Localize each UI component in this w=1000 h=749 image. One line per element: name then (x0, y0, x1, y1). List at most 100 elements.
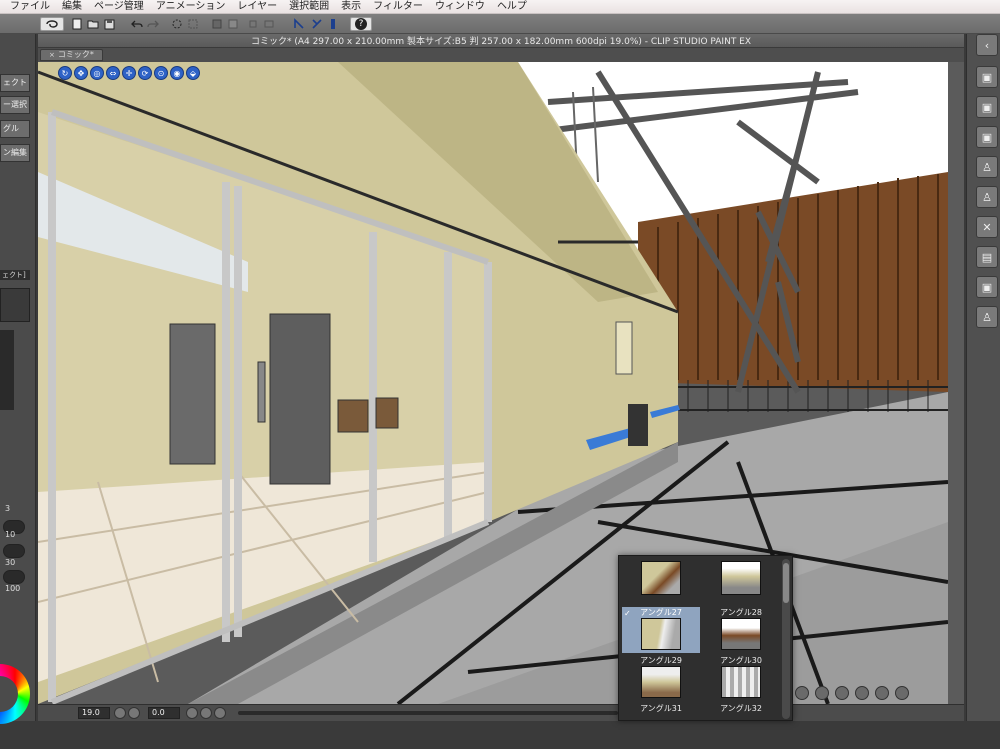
ground-icon[interactable] (835, 686, 849, 700)
menu-selection[interactable]: 選択範囲 (283, 0, 335, 14)
help-icon[interactable]: ? (350, 17, 372, 31)
angle-item[interactable]: アングル29 (622, 655, 700, 701)
light-icon[interactable] (815, 686, 829, 700)
select-tool-button[interactable]: ー選択 (0, 96, 30, 114)
horizontal-scrollbar[interactable] (238, 711, 618, 715)
clip-studio-icon[interactable] (40, 17, 64, 31)
rotate-right-icon[interactable] (200, 707, 212, 719)
close-icon[interactable]: × (49, 51, 55, 59)
layer-icon[interactable] (262, 17, 276, 31)
angle-popup-scrollbar[interactable] (782, 559, 790, 719)
clear-icon[interactable] (170, 17, 184, 31)
rotate-axis-icon[interactable]: ⊙ (154, 66, 168, 80)
menu-view[interactable]: 表示 (335, 0, 367, 14)
menu-filter[interactable]: フィルター (367, 0, 429, 14)
transform-icon[interactable] (186, 17, 200, 31)
scale-icon[interactable]: ⬙ (186, 66, 200, 80)
angle-item[interactable]: アングル28 (702, 607, 780, 653)
brush-size-chip[interactable] (3, 570, 25, 584)
3d-manipulator: ↻ ✥ ◎ ⇔ ✛ ⟳ ⊙ ◉ ⬙ (58, 66, 200, 80)
angle-thumbnail (641, 666, 681, 698)
angle-tool-button[interactable]: グル (0, 120, 30, 138)
fill-icon[interactable] (210, 17, 224, 31)
color-wheel[interactable] (0, 664, 30, 724)
undo-icon[interactable] (130, 17, 144, 31)
angle-item[interactable] (702, 559, 780, 605)
menu-bar: ファイル 編集 ページ管理 アニメーション レイヤー 選択範囲 表示 フィルター… (0, 0, 1000, 14)
zoom-field[interactable]: 19.0 (78, 707, 110, 719)
move-3d-icon[interactable]: ✛ (122, 66, 136, 80)
panel-collapse-icon[interactable]: ‹ (976, 34, 998, 56)
zoom-in-icon[interactable] (114, 707, 126, 719)
angle-thumbnail (641, 618, 681, 650)
3d-object-icon[interactable]: ▣ (976, 66, 998, 88)
snap-grid-icon[interactable] (326, 17, 340, 31)
menu-file[interactable]: ファイル (4, 0, 56, 14)
angle-item[interactable]: アングル32 (702, 703, 780, 749)
angle-item[interactable] (622, 559, 700, 605)
layout-icon[interactable] (875, 686, 889, 700)
3d-cross-icon[interactable]: ✕ (976, 216, 998, 238)
camera-rotate-icon[interactable]: ↻ (58, 66, 72, 80)
settings-icon[interactable] (895, 686, 909, 700)
brush-size-30[interactable]: 30 (5, 558, 15, 567)
image-material-icon[interactable]: ▤ (976, 246, 998, 268)
snap-special-icon[interactable] (310, 17, 324, 31)
rotate-z-icon[interactable]: ◉ (170, 66, 184, 80)
3d-figure-icon[interactable]: ♙ (976, 306, 998, 328)
angle-label: アングル31 (640, 704, 682, 713)
zoom-out-icon[interactable] (128, 707, 140, 719)
menu-layer[interactable]: レイヤー (231, 0, 283, 14)
reset-rotation-icon[interactable] (214, 707, 226, 719)
menu-edit[interactable]: 編集 (56, 0, 88, 14)
menu-animation[interactable]: アニメーション (150, 0, 232, 14)
save-icon[interactable] (102, 17, 116, 31)
pose-edit-button[interactable]: ン編集 (0, 144, 30, 162)
move-flat-icon[interactable]: ⇔ (106, 66, 120, 80)
help-glyph: ? (355, 18, 367, 30)
angle-item-selected[interactable]: ✓ アングル27 (622, 607, 700, 653)
menu-page-management[interactable]: ページ管理 (88, 0, 150, 14)
redo-icon[interactable] (146, 17, 160, 31)
crop-icon[interactable] (246, 17, 260, 31)
command-bar: ? (0, 14, 1000, 34)
3d-object-icon[interactable]: ▣ (976, 276, 998, 298)
rotate-icon[interactable]: ⟳ (138, 66, 152, 80)
camera-pan-icon[interactable]: ✥ (74, 66, 88, 80)
new-icon[interactable] (70, 17, 84, 31)
brush-size-chip[interactable] (3, 544, 25, 558)
3d-object-icon[interactable]: ▣ (976, 126, 998, 148)
rotate-left-icon[interactable] (186, 707, 198, 719)
angle-item[interactable]: アングル30 (702, 655, 780, 701)
status-bar: 19.0 0.0 (38, 704, 964, 721)
elevator-panel (257, 361, 266, 423)
snap-ruler-icon[interactable] (292, 17, 306, 31)
object-tool-button[interactable]: ェクト (0, 74, 30, 92)
document-tab-bar: × コミック* (38, 48, 964, 62)
reset-view-icon[interactable] (855, 686, 869, 700)
angle-thumbnail (721, 618, 761, 650)
door-handle-left (337, 399, 369, 433)
rotation-field[interactable]: 0.0 (148, 707, 180, 719)
angle-label: アングル29 (640, 656, 682, 665)
canvas-area[interactable]: ↻ ✥ ◎ ⇔ ✛ ⟳ ⊙ ◉ ⬙ (38, 62, 964, 704)
3d-scene-canvas[interactable] (38, 62, 948, 704)
tab-comic[interactable]: × コミック* (40, 49, 103, 61)
preview-frame (0, 330, 14, 410)
open-icon[interactable] (86, 17, 100, 31)
brush-size-10[interactable]: 10 (5, 530, 15, 539)
trash-bin (628, 404, 648, 446)
menu-help[interactable]: ヘルプ (491, 0, 533, 14)
brush-size-100[interactable]: 100 (5, 584, 20, 593)
menu-window[interactable]: ウィンドウ (429, 0, 491, 14)
elevator-door-2 (269, 313, 331, 485)
angle-item[interactable]: アングル31 (622, 703, 700, 749)
3d-figure-icon[interactable]: ♙ (976, 186, 998, 208)
elevator-door-1 (169, 323, 216, 465)
brush-size-3[interactable]: 3 (5, 504, 10, 513)
selection-fill-icon[interactable] (226, 17, 240, 31)
camera-icon[interactable] (795, 686, 809, 700)
camera-dolly-icon[interactable]: ◎ (90, 66, 104, 80)
3d-object-icon[interactable]: ▣ (976, 96, 998, 118)
3d-figure-icon[interactable]: ♙ (976, 156, 998, 178)
